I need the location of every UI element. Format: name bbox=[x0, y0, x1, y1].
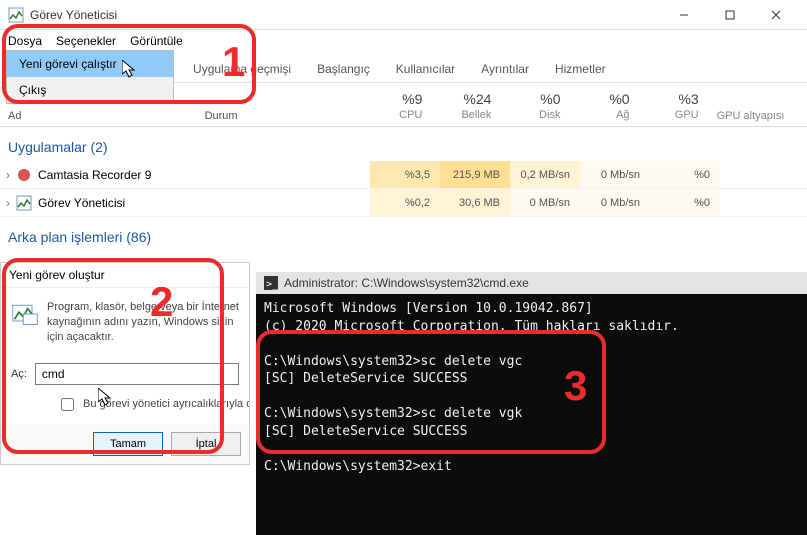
cell-gpu: %0 bbox=[650, 189, 720, 216]
section-apps: Uygulamalar (2) bbox=[0, 127, 807, 161]
menu-view[interactable]: Görüntüle bbox=[130, 34, 183, 48]
cell-cpu: %0,2 bbox=[370, 189, 440, 216]
section-background: Arka plan işlemleri (86) bbox=[0, 217, 807, 251]
cmd-window: >_ Administrator: C:\Windows\system32\cm… bbox=[256, 272, 807, 535]
maximize-button[interactable] bbox=[707, 0, 753, 30]
menu-run-new-task[interactable]: Yeni görevi çalıştır bbox=[7, 51, 173, 77]
col-gpu-engine[interactable]: GPU altyapısı bbox=[709, 106, 807, 126]
menu-options[interactable]: Seçenekler bbox=[56, 34, 116, 48]
process-name: Camtasia Recorder 9 bbox=[38, 168, 151, 182]
expand-icon[interactable]: › bbox=[0, 196, 16, 210]
window-title: Görev Yöneticisi bbox=[30, 8, 117, 22]
menu-exit[interactable]: Çıkış bbox=[7, 77, 173, 103]
file-menu-dropdown: Yeni görevi çalıştır Çıkış bbox=[6, 50, 174, 104]
task-manager-icon bbox=[8, 7, 24, 23]
cmd-titlebar: >_ Administrator: C:\Windows\system32\cm… bbox=[256, 272, 807, 294]
cell-disk: 0,2 MB/sn bbox=[510, 161, 580, 188]
col-network[interactable]: %0 Ağ bbox=[571, 86, 640, 126]
cell-net: 0 Mb/sn bbox=[580, 161, 650, 188]
col-name[interactable]: Ad bbox=[8, 110, 21, 122]
run-dialog: Yeni görev oluştur Program, klasör, belg… bbox=[0, 262, 250, 465]
process-row[interactable]: › Görev Yöneticisi %0,2 30,6 MB 0 MB/sn … bbox=[0, 189, 807, 217]
menubar: Dosya Seçenekler Görüntüle bbox=[0, 30, 807, 52]
window-titlebar: Görev Yöneticisi bbox=[0, 0, 807, 30]
camtasia-icon bbox=[16, 167, 32, 183]
cmd-icon: >_ bbox=[264, 276, 278, 290]
run-input[interactable] bbox=[35, 363, 239, 385]
tab-app-history[interactable]: Uygulama geçmişi bbox=[164, 56, 302, 82]
cell-mem: 215,9 MB bbox=[440, 161, 510, 188]
tab-services[interactable]: Hizmetler bbox=[544, 56, 617, 82]
cell-gpu: %0 bbox=[650, 161, 720, 188]
cmd-title-text: Administrator: C:\Windows\system32\cmd.e… bbox=[284, 276, 529, 290]
col-cpu[interactable]: %9 CPU bbox=[363, 86, 432, 126]
cell-net: 0 Mb/sn bbox=[580, 189, 650, 216]
run-description: Program, klasör, belge veya bir İnternet… bbox=[47, 300, 239, 345]
minimize-button[interactable] bbox=[661, 0, 707, 30]
tab-users[interactable]: Kullanıcılar bbox=[385, 56, 466, 82]
cell-disk: 0 MB/sn bbox=[510, 189, 580, 216]
open-label: Aç: bbox=[11, 368, 27, 380]
svg-text:>_: >_ bbox=[266, 279, 278, 290]
run-dialog-title: Yeni görev oluştur bbox=[1, 263, 249, 288]
col-memory[interactable]: %24 Bellek bbox=[432, 86, 501, 126]
task-manager-icon bbox=[16, 195, 32, 211]
cmd-output[interactable]: Microsoft Windows [Version 10.0.19042.86… bbox=[256, 294, 807, 535]
close-button[interactable] bbox=[753, 0, 799, 30]
expand-icon[interactable]: › bbox=[0, 168, 16, 182]
tab-startup[interactable]: Başlangıç bbox=[306, 56, 381, 82]
cell-cpu: %3,5 bbox=[370, 161, 440, 188]
process-name: Görev Yöneticisi bbox=[38, 196, 125, 210]
ok-button[interactable]: Tamam bbox=[93, 432, 163, 456]
admin-checkbox[interactable] bbox=[61, 398, 74, 411]
menu-file[interactable]: Dosya bbox=[8, 34, 42, 48]
run-icon bbox=[11, 300, 39, 328]
col-gpu[interactable]: %3 GPU bbox=[640, 86, 709, 126]
admin-checkbox-label: Bu görevi yönetici ayrıcalıklarıyla oluş… bbox=[83, 398, 249, 410]
col-status[interactable]: Durum bbox=[205, 110, 238, 122]
cell-mem: 30,6 MB bbox=[440, 189, 510, 216]
process-row[interactable]: › Camtasia Recorder 9 %3,5 215,9 MB 0,2 … bbox=[0, 161, 807, 189]
cancel-button[interactable]: İptal bbox=[171, 432, 241, 456]
col-disk[interactable]: %0 Disk bbox=[501, 86, 570, 126]
tab-details[interactable]: Ayrıntılar bbox=[470, 56, 540, 82]
